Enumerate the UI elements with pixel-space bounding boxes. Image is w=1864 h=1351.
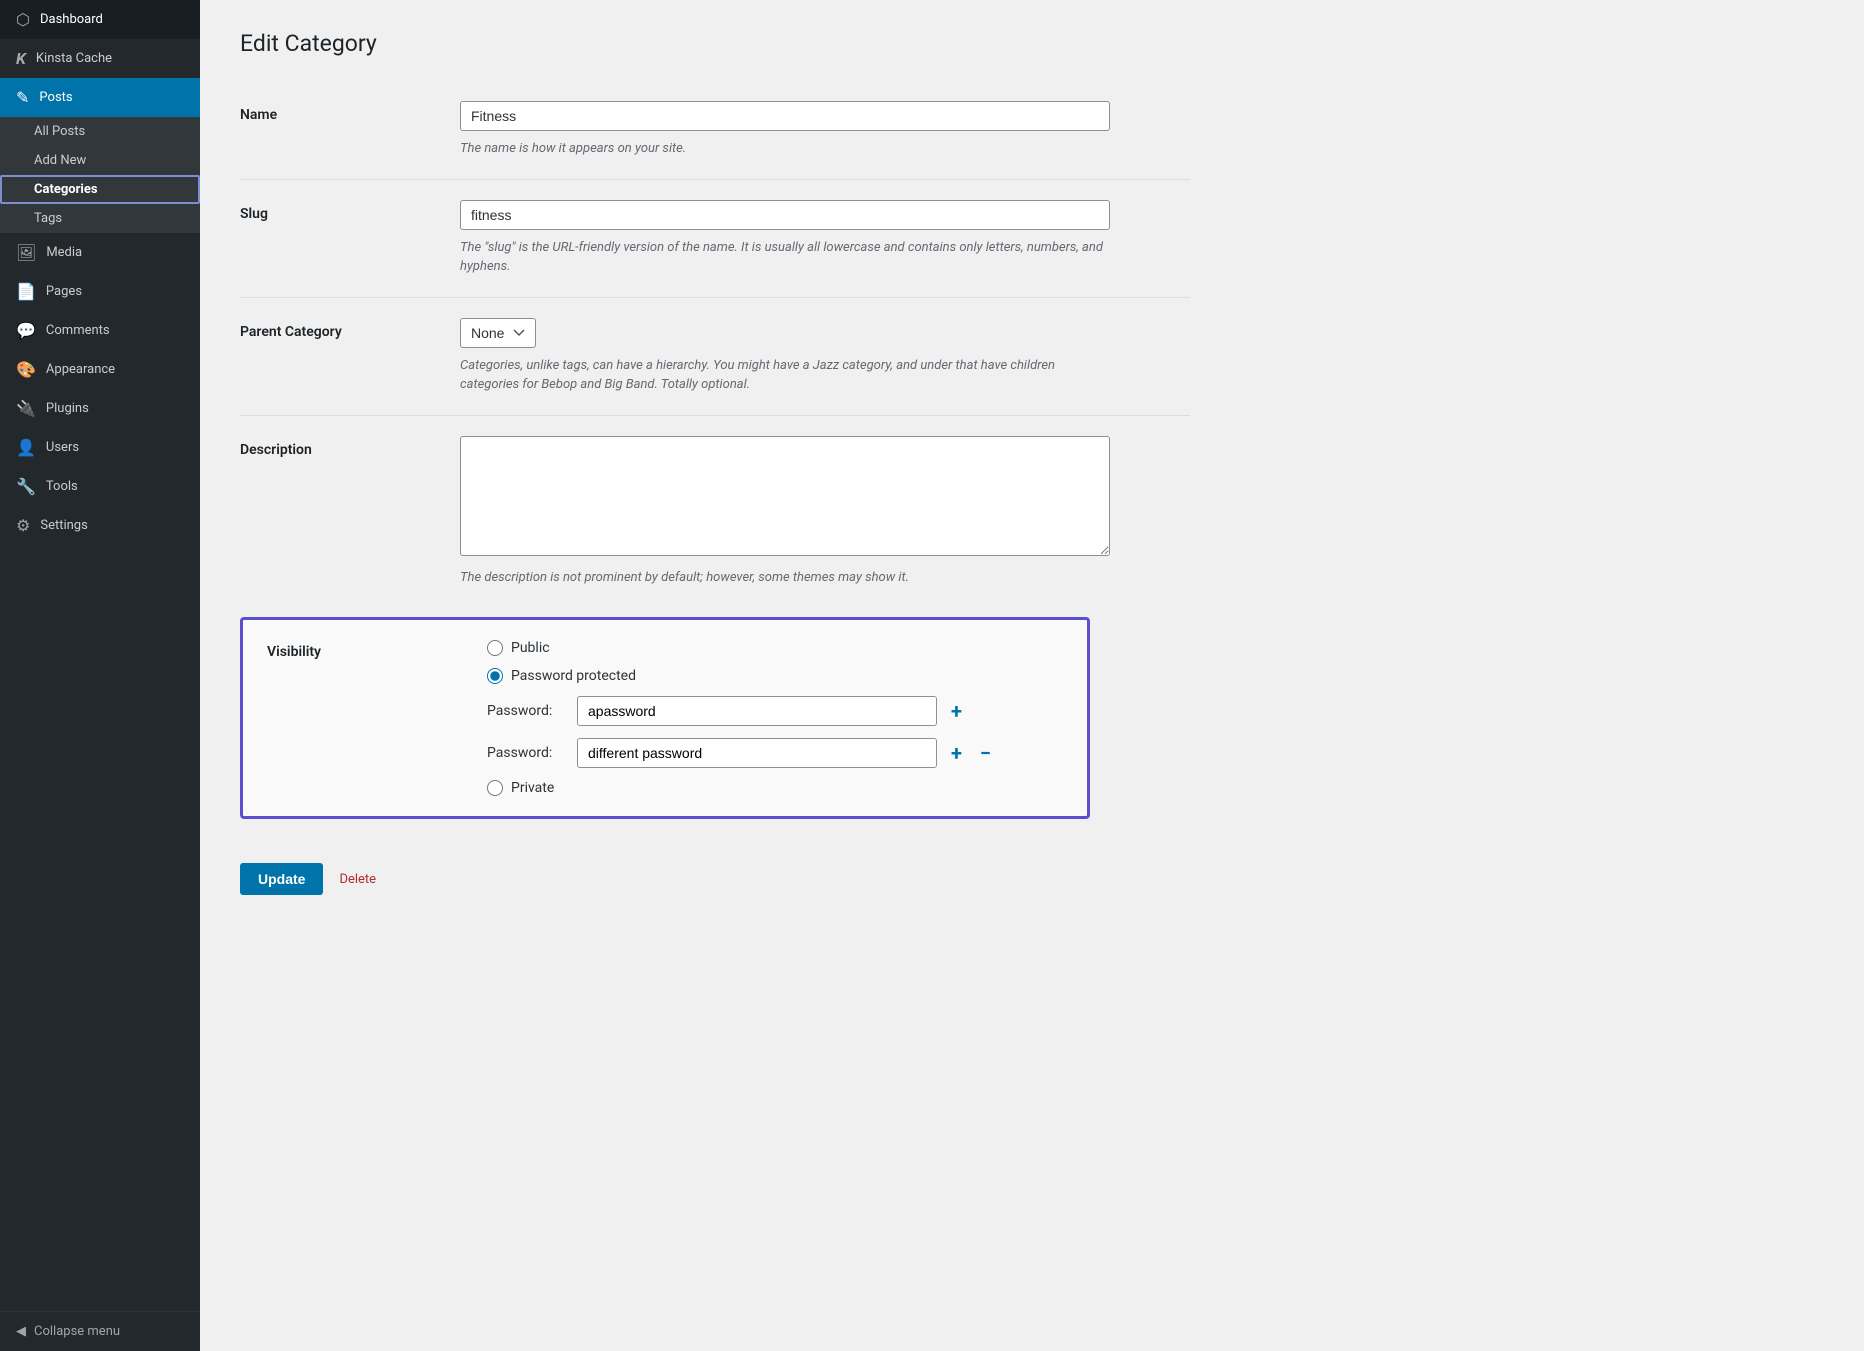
radio-password-label[interactable]: Password protected — [511, 668, 636, 684]
media-icon: 🖼 — [16, 243, 36, 262]
collapse-menu[interactable]: ◀ Collapse menu — [0, 1311, 200, 1351]
slug-field: The "slug" is the URL-friendly version o… — [460, 200, 1190, 277]
form-actions: Update Delete — [240, 863, 1190, 895]
parent-label: Parent Category — [240, 318, 460, 340]
update-button[interactable]: Update — [240, 863, 323, 895]
sidebar-item-users[interactable]: 👤 Users — [0, 428, 200, 467]
pages-icon: 📄 — [16, 282, 36, 301]
main-content: Edit Category Name The name is how it ap… — [200, 0, 1864, 1351]
parent-hint: Categories, unlike tags, can have a hier… — [460, 356, 1110, 395]
parent-row: Parent Category None Categories, unlike … — [240, 297, 1190, 415]
sidebar-item-plugins[interactable]: 🔌 Plugins — [0, 389, 200, 428]
edit-category-form: Name The name is how it appears on your … — [240, 81, 1190, 895]
password1-row: Password: + — [487, 696, 1063, 726]
slug-row: Slug The "slug" is the URL-friendly vers… — [240, 179, 1190, 297]
remove-password2-button[interactable]: − — [976, 743, 995, 763]
sidebar-item-categories[interactable]: Categories — [0, 175, 200, 204]
slug-input[interactable] — [460, 200, 1110, 230]
description-row: Description The description is not promi… — [240, 415, 1190, 608]
name-hint: The name is how it appears on your site. — [460, 139, 1110, 159]
plugins-icon: 🔌 — [16, 399, 36, 418]
slug-hint: The "slug" is the URL-friendly version o… — [460, 238, 1110, 277]
sidebar-item-add-new[interactable]: Add New — [0, 146, 200, 175]
radio-private[interactable] — [487, 780, 503, 796]
name-input[interactable] — [460, 101, 1110, 131]
radio-public-row: Public — [487, 640, 1063, 656]
name-label: Name — [240, 101, 460, 123]
kinsta-icon: K — [16, 49, 26, 68]
settings-icon: ⚙ — [16, 516, 30, 535]
visibility-box: Visibility Public Password protected Pas… — [240, 617, 1090, 819]
radio-public[interactable] — [487, 640, 503, 656]
radio-private-row: Private — [487, 780, 1063, 796]
description-field: The description is not prominent by defa… — [460, 436, 1190, 588]
sidebar-item-tools[interactable]: 🔧 Tools — [0, 467, 200, 506]
sidebar-item-dashboard[interactable]: ⬡ Dashboard — [0, 0, 200, 39]
delete-button[interactable]: Delete — [339, 872, 376, 887]
sidebar-item-all-posts[interactable]: All Posts — [0, 117, 200, 146]
sidebar-item-tags[interactable]: Tags — [0, 204, 200, 233]
sidebar-item-comments[interactable]: 💬 Comments — [0, 311, 200, 350]
tools-icon: 🔧 — [16, 477, 36, 496]
parent-select[interactable]: None — [460, 318, 536, 348]
description-textarea[interactable] — [460, 436, 1110, 556]
name-row: Name The name is how it appears on your … — [240, 81, 1190, 179]
sidebar-item-appearance[interactable]: 🎨 Appearance — [0, 350, 200, 389]
sidebar-item-posts[interactable]: ✎ Posts ◀ — [0, 78, 200, 117]
slug-label: Slug — [240, 200, 460, 222]
sidebar-item-settings[interactable]: ⚙ Settings — [0, 506, 200, 545]
password1-input[interactable] — [577, 696, 937, 726]
name-field: The name is how it appears on your site. — [460, 101, 1190, 159]
radio-public-label[interactable]: Public — [511, 640, 550, 656]
add-password2-button[interactable]: + — [947, 743, 966, 763]
sidebar-item-pages[interactable]: 📄 Pages — [0, 272, 200, 311]
comments-icon: 💬 — [16, 321, 36, 340]
parent-field: None Categories, unlike tags, can have a… — [460, 318, 1190, 395]
sidebar-item-kinsta[interactable]: K Kinsta Cache — [0, 39, 200, 78]
password2-label: Password: — [487, 745, 567, 761]
password2-input[interactable] — [577, 738, 937, 768]
posts-arrow: ◀ — [172, 88, 184, 107]
sidebar-item-media[interactable]: 🖼 Media — [0, 233, 200, 272]
dashboard-icon: ⬡ — [16, 10, 30, 29]
password2-row: Password: + − — [487, 738, 1063, 768]
radio-password[interactable] — [487, 668, 503, 684]
collapse-icon: ◀ — [16, 1324, 26, 1339]
posts-submenu: All Posts Add New Categories Tags — [0, 117, 200, 233]
page-title: Edit Category — [240, 30, 1824, 57]
description-hint: The description is not prominent by defa… — [460, 568, 1110, 588]
visibility-row: Visibility Public Password protected Pas… — [240, 607, 1190, 839]
description-label: Description — [240, 436, 460, 458]
visibility-label: Visibility — [267, 640, 487, 660]
visibility-field: Public Password protected Password: + — [487, 640, 1063, 796]
appearance-icon: 🎨 — [16, 360, 36, 379]
password1-label: Password: — [487, 703, 567, 719]
posts-icon: ✎ — [16, 88, 29, 107]
radio-private-label[interactable]: Private — [511, 780, 554, 796]
users-icon: 👤 — [16, 438, 36, 457]
radio-password-row: Password protected — [487, 668, 1063, 684]
add-password-button[interactable]: + — [947, 701, 966, 721]
sidebar: ⬡ Dashboard K Kinsta Cache ✎ Posts ◀ All… — [0, 0, 200, 1351]
